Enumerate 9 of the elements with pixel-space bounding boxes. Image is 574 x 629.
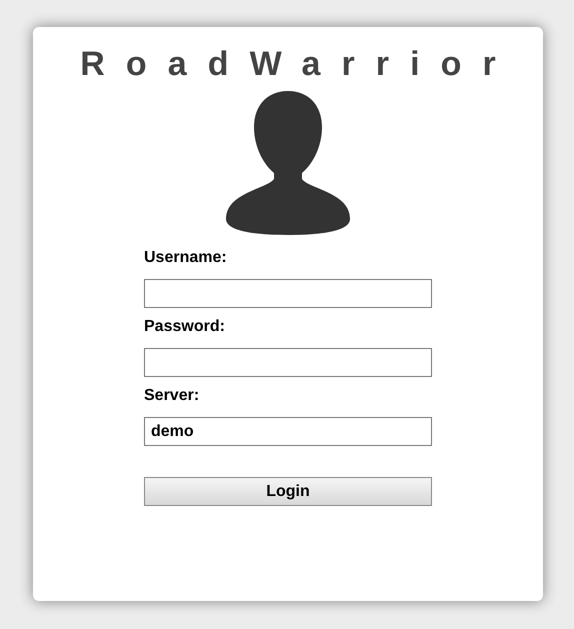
input-field[interactable] <box>144 348 432 377</box>
app-title: RoadWarrior <box>80 45 517 83</box>
field-label: Username: <box>144 249 228 268</box>
input-field[interactable]: demo <box>144 417 432 446</box>
field-label: Password: <box>144 318 226 337</box>
login-button[interactable]: Login <box>144 477 432 506</box>
input-field[interactable] <box>144 279 432 308</box>
user-avatar-icon <box>226 91 350 235</box>
field-label: Server: <box>144 387 200 406</box>
